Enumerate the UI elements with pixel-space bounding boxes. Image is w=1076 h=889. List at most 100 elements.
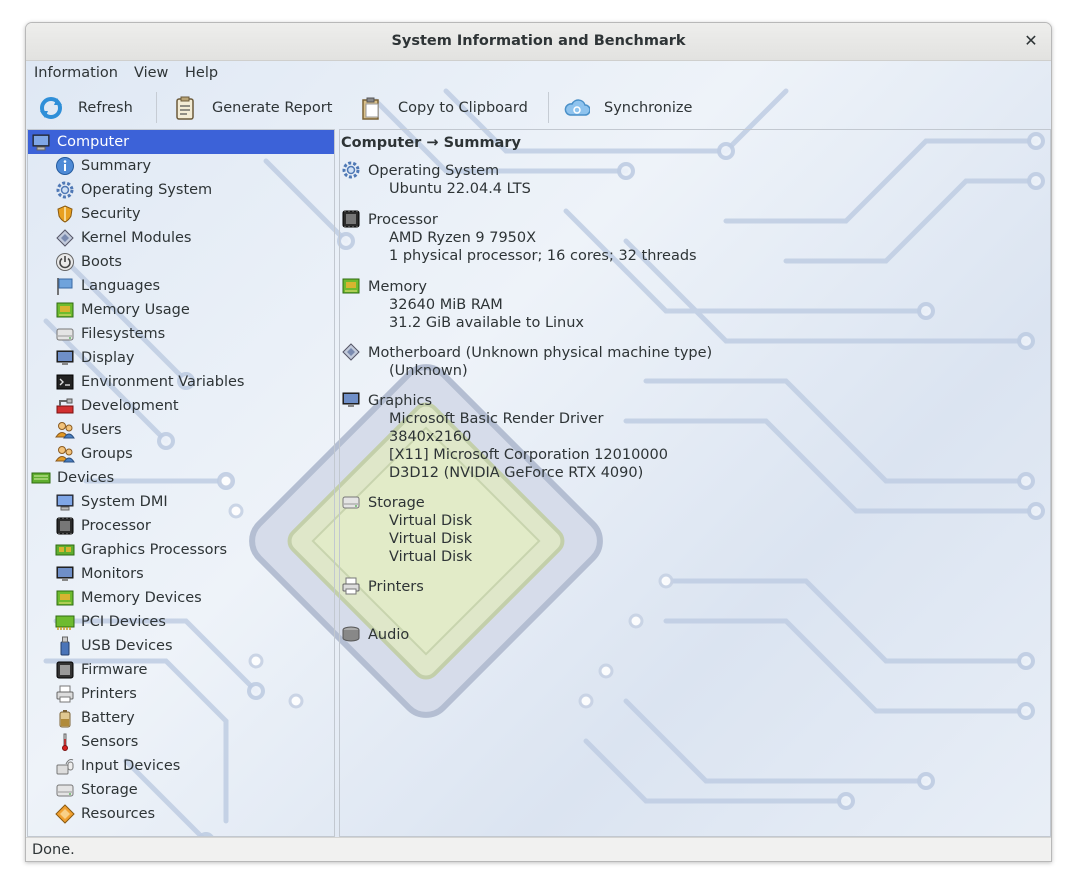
section-value: 32640 MiB RAM (389, 297, 503, 313)
sidebar-item-graphics-processors[interactable]: Graphics Processors (28, 538, 334, 562)
generate-report-button[interactable]: Generate Report (172, 87, 332, 128)
sidebar-item-environment-variables[interactable]: Environment Variables (28, 370, 334, 394)
resources-icon (55, 804, 75, 824)
sidebar-item-firmware[interactable]: Firmware (28, 658, 334, 682)
copy-to-clipboard-button[interactable]: Copy to Clipboard (358, 87, 528, 128)
section-processor: Processor (341, 209, 438, 231)
sidebar-item-devices[interactable]: Devices (28, 466, 334, 490)
sidebar-item-computer[interactable]: Computer (28, 130, 334, 154)
cpu-icon (55, 516, 75, 536)
sidebar-item-label: Resources (81, 806, 156, 822)
sidebar-tree[interactable]: Computer Summary Operating System Security K… (27, 129, 335, 837)
gear-icon (341, 160, 363, 182)
menu-help[interactable]: Help (185, 65, 218, 81)
sidebar-item-label: Kernel Modules (81, 230, 192, 246)
sidebar-item-label: USB Devices (81, 638, 173, 654)
drive-icon (341, 492, 363, 514)
section-operating-system: Operating System (341, 160, 499, 182)
sensor-icon (55, 732, 75, 752)
section-value: [X11] Microsoft Corporation 12010000 (389, 447, 668, 463)
memory-icon (55, 300, 75, 320)
sidebar-item-summary[interactable]: Summary (28, 154, 334, 178)
section-graphics: Graphics (341, 390, 432, 412)
sidebar-item-operating-system[interactable]: Operating System (28, 178, 334, 202)
status-text: Done. (32, 842, 75, 858)
sidebar-item-resources[interactable]: Resources (28, 802, 334, 826)
development-icon (55, 396, 75, 416)
flag-icon (55, 276, 75, 296)
section-value: Microsoft Basic Render Driver (389, 411, 604, 427)
menu-information[interactable]: Information (34, 65, 118, 81)
sidebar-item-memory-devices[interactable]: Memory Devices (28, 586, 334, 610)
drive-icon (55, 780, 75, 800)
sidebar-item-label: Printers (81, 686, 137, 702)
refresh-button[interactable]: Refresh (38, 87, 133, 128)
printer-icon (341, 576, 363, 598)
sidebar-item-system-dmi[interactable]: System DMI (28, 490, 334, 514)
section-printers: Printers (341, 576, 424, 598)
close-button[interactable]: ✕ (1021, 31, 1041, 51)
sidebar-item-printers[interactable]: Printers (28, 682, 334, 706)
section-value: (Unknown) (389, 363, 468, 379)
sidebar-item-battery[interactable]: Battery (28, 706, 334, 730)
sidebar-item-languages[interactable]: Languages (28, 274, 334, 298)
sidebar-item-label: Filesystems (81, 326, 166, 342)
users-icon (55, 444, 75, 464)
sidebar-item-filesystems[interactable]: Filesystems (28, 322, 334, 346)
generate-report-label: Generate Report (212, 99, 333, 116)
section-value: Virtual Disk (389, 549, 473, 565)
sidebar-item-processor[interactable]: Processor (28, 514, 334, 538)
sidebar-item-security[interactable]: Security (28, 202, 334, 226)
sidebar-item-display[interactable]: Display (28, 346, 334, 370)
section-value: 3840x2160 (389, 429, 472, 445)
report-icon (172, 95, 198, 121)
section-title: Storage (368, 495, 425, 511)
sidebar-item-label: Devices (57, 470, 115, 486)
computer-icon (55, 492, 75, 512)
sidebar-item-input-devices[interactable]: Input Devices (28, 754, 334, 778)
sidebar-item-usb-devices[interactable]: USB Devices (28, 634, 334, 658)
section-title: Motherboard (Unknown physical machine ty… (368, 345, 713, 361)
sidebar-item-label: Display (81, 350, 135, 366)
pci-icon (55, 612, 75, 632)
section-value: D3D12 (NVIDIA GeForce RTX 4090) (389, 465, 644, 481)
section-title: Printers (368, 579, 424, 595)
sidebar-item-groups[interactable]: Groups (28, 442, 334, 466)
sidebar-item-development[interactable]: Development (28, 394, 334, 418)
sidebar-item-kernel-modules[interactable]: Kernel Modules (28, 226, 334, 250)
synchronize-button[interactable]: Synchronize (564, 87, 692, 128)
sidebar-item-label: Groups (81, 446, 133, 462)
section-motherboard-unknown-phys: Motherboard (Unknown physical machine ty… (341, 342, 712, 364)
refresh-icon (38, 95, 64, 121)
sidebar-item-pci-devices[interactable]: PCI Devices (28, 610, 334, 634)
sidebar-item-sensors[interactable]: Sensors (28, 730, 334, 754)
sidebar-item-label: System DMI (81, 494, 168, 510)
sidebar-item-label: Monitors (81, 566, 144, 582)
section-memory: Memory (341, 276, 427, 298)
page-title: Computer → Summary (341, 135, 521, 151)
sidebar-item-label: Processor (81, 518, 151, 534)
menu-view[interactable]: View (134, 65, 168, 81)
sidebar-item-monitors[interactable]: Monitors (28, 562, 334, 586)
title-bar[interactable]: System Information and Benchmark ✕ (26, 23, 1051, 61)
sidebar-item-boots[interactable]: Boots (28, 250, 334, 274)
section-title: Operating System (368, 163, 500, 179)
sidebar-item-users[interactable]: Users (28, 418, 334, 442)
power-icon (55, 252, 75, 272)
devices-icon (31, 468, 51, 488)
section-value: Virtual Disk (389, 513, 473, 529)
toolbar: Refresh Generate Report Copy to Clipboar… (26, 87, 1051, 128)
gear-icon (55, 180, 75, 200)
sidebar-item-storage[interactable]: Storage (28, 778, 334, 802)
cloud-sync-icon (564, 95, 591, 121)
sidebar-item-label: Computer (57, 134, 130, 150)
users-icon (55, 420, 75, 440)
battery-icon (55, 708, 75, 728)
sidebar-item-label: Operating System (81, 182, 213, 198)
shield-icon (55, 204, 75, 224)
section-title: Memory (368, 279, 427, 295)
terminal-icon (55, 372, 75, 392)
sidebar-item-memory-usage[interactable]: Memory Usage (28, 298, 334, 322)
sidebar-item-label: Storage (81, 782, 138, 798)
sidebar-item-label: Sensors (81, 734, 139, 750)
